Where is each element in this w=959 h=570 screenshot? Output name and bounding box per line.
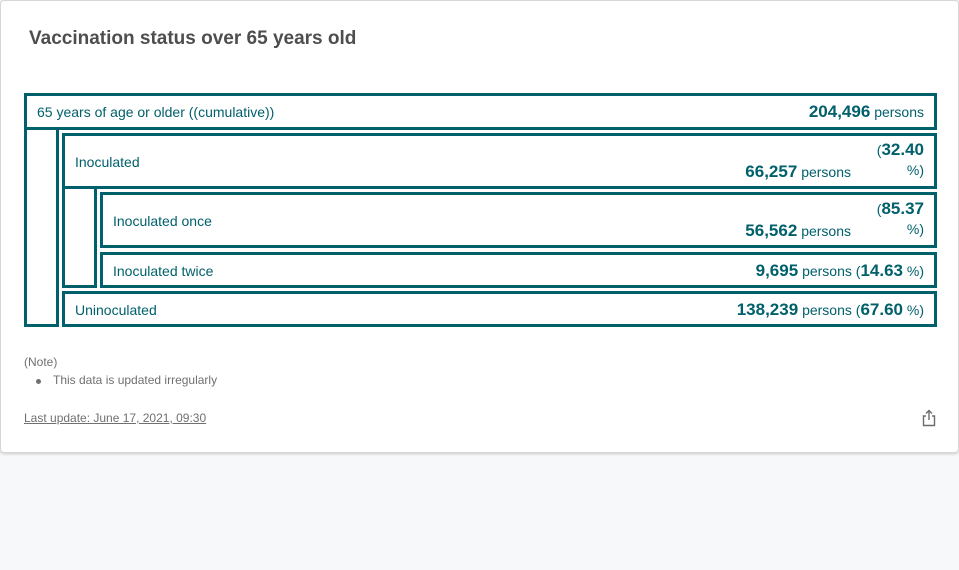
row-once-label: Inoculated once (113, 213, 212, 229)
row-total-unit: persons (874, 104, 924, 120)
row-once-value-group: 56,562 persons (745, 221, 851, 241)
row-uninoculated-unit: persons (802, 302, 852, 318)
row-inoculated-value-group: 66,257 persons (745, 162, 851, 182)
row-inoculated-label: Inoculated (75, 154, 140, 170)
card-title: Vaccination status over 65 years old (29, 28, 357, 49)
row-total-label: 65 years of age or older ((cumulative)) (37, 104, 275, 120)
row-once-unit: persons (801, 223, 851, 239)
row-twice-value-group: 9,695 persons (14.63 %) (755, 261, 924, 280)
row-twice-pct: 14.63 (860, 261, 903, 280)
row-uninoculated-value: 138,239 (736, 300, 799, 319)
note-heading: (Note) (24, 355, 58, 369)
row-inoculated-once: Inoculated once 56,562 persons (85.37 %) (100, 192, 937, 248)
row-once-pct: 85.37 (881, 199, 924, 218)
row-uninoculated-pct: 67.60 (860, 300, 903, 319)
row-inoculated-twice: Inoculated twice 9,695 persons (14.63 %) (100, 252, 937, 288)
row-inoculated-unit: persons (801, 164, 851, 180)
last-update-link[interactable]: Last update: June 17, 2021, 09:30 (24, 411, 206, 425)
row-inoculated-percent: (32.40 %) (876, 140, 924, 178)
row-twice-label: Inoculated twice (113, 263, 214, 279)
row-uninoculated-label: Uninoculated (75, 302, 157, 318)
row-twice-unit: persons (802, 263, 852, 279)
row-once-value: 56,562 (745, 221, 798, 240)
row-inoculated-pct: 32.40 (881, 140, 924, 159)
row-total-value-group: 204,496 persons (809, 102, 924, 122)
row-uninoculated-value-group: 138,239 persons (67.60 %) (736, 300, 924, 319)
row-twice-value: 9,695 (755, 261, 799, 280)
row-uninoculated: Uninoculated 138,239 persons (67.60 %) (62, 291, 937, 327)
row-total: 65 years of age or older ((cumulative)) … (24, 93, 937, 130)
vaccination-card: Vaccination status over 65 years old 65 … (0, 0, 959, 453)
share-icon[interactable] (921, 409, 937, 427)
row-once-percent: (85.37 %) (876, 199, 924, 237)
row-inoculated-value: 66,257 (745, 162, 798, 181)
note-item: This data is updated irregularly (35, 373, 218, 387)
row-inoculated: Inoculated 66,257 persons (32.40 %) (62, 133, 937, 189)
row-total-value: 204,496 (808, 102, 871, 121)
